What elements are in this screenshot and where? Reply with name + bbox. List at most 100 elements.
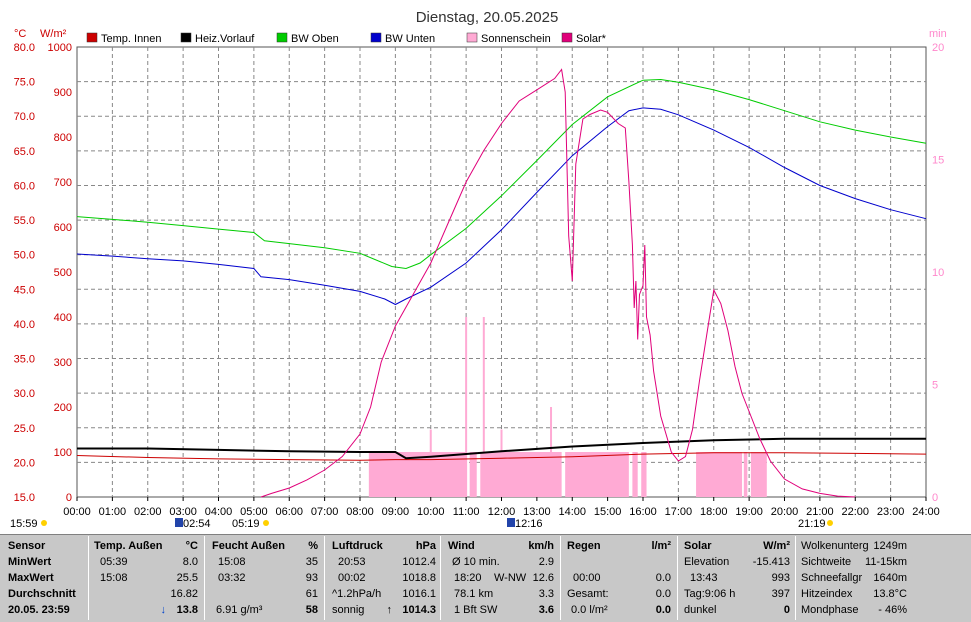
solar-avg-value: 397: [771, 588, 790, 600]
wind-run: 78.1 km: [454, 588, 494, 600]
stats-temp: Temp. Außen °C 05:39 8.0 15:08 25.5 16.82 ↓…: [94, 538, 198, 618]
wind-header: Wind: [448, 540, 475, 552]
temp-min-value: 8.0: [182, 556, 198, 568]
separator: [795, 536, 796, 620]
separator: [677, 536, 678, 620]
x-tick: 09:00: [382, 506, 410, 518]
pressure-max-value: 1018.8: [402, 572, 436, 584]
left2-unit: W/m²: [40, 28, 67, 40]
sunshine-bar: [743, 452, 748, 497]
sensor-header: Sensor: [8, 540, 46, 552]
x-tick: 17:00: [665, 506, 693, 518]
x-tick: 20:00: [771, 506, 799, 518]
left1-tick: 30.0: [14, 388, 35, 400]
left1-tick: 65.0: [14, 146, 35, 158]
left1-tick: 25.0: [14, 423, 35, 435]
wind-unit: km/h: [528, 540, 554, 552]
solar-unit: W/m²: [763, 540, 790, 552]
solar-max-time: 13:43: [690, 572, 718, 584]
sunshine-spike: [465, 317, 468, 497]
right-tick: 0: [932, 492, 938, 504]
rain-unit: l/m²: [651, 540, 671, 552]
rain-value: 0.0: [655, 572, 671, 584]
pressure-trend-icon: ↑: [386, 604, 393, 616]
rain-total-value: 0.0: [655, 588, 671, 600]
wind-beaufort: 1 Bft SW: [454, 604, 498, 616]
left1-tick: 60.0: [14, 180, 35, 192]
x-tick: 11:00: [453, 506, 480, 518]
stats-solar: Solar W/m² Elevation -15.413 13:43 993 Tag:…: [684, 538, 790, 618]
x-tick: 16:00: [629, 506, 657, 518]
pressure-current-value: 1014.3: [402, 604, 436, 616]
humidity-current-value: 58: [305, 604, 318, 616]
wind-current-value: 3.6: [538, 604, 554, 616]
left2-tick: 500: [54, 267, 72, 279]
marker-sunrise-time: 05:19: [232, 518, 260, 530]
visibility-value: 11-15km: [865, 556, 907, 568]
moonrise-icon: [175, 518, 183, 527]
left2-tick: 400: [54, 312, 72, 324]
solar-header: Solar: [684, 540, 712, 552]
rain-time: 00:00: [573, 572, 601, 584]
rain-current-value: 0.0: [655, 604, 671, 616]
left1-tick: 35.0: [14, 354, 35, 366]
humidity-max-value: 93: [305, 572, 318, 584]
left2-tick: 1000: [48, 42, 72, 54]
max-label: MaxWert: [8, 572, 54, 584]
right-tick: 10: [932, 267, 944, 279]
avg-label: Durchschnitt: [8, 588, 76, 600]
left2-tick: 0: [66, 492, 72, 504]
rain-header: Regen: [567, 540, 601, 552]
chart-title: Dienstag, 20.05.2025: [416, 9, 559, 26]
sunshine-bar: [565, 452, 629, 497]
wind-max-time: 18:20: [454, 572, 482, 584]
legend-label: Heiz.Vorlauf: [195, 33, 255, 45]
x-tick: 07:00: [311, 506, 339, 518]
x-tick: 15:00: [594, 506, 622, 518]
humidity-abs-value: 6.91 g/m³: [216, 604, 263, 616]
legend-label: Temp. Innen: [101, 33, 162, 45]
x-tick: 13:00: [523, 506, 551, 518]
humidity-avg-value: 61: [305, 588, 318, 600]
x-tick: 18:00: [700, 506, 728, 518]
left1-unit: °C: [14, 28, 26, 40]
left1-tick: 20.0: [14, 457, 35, 469]
time-markers: 15:59 02:54 05:19 12:16 21:19: [10, 518, 833, 530]
left1-tick: 40.0: [14, 319, 35, 331]
legend-label: BW Unten: [385, 33, 435, 45]
sunshine-bar: [696, 452, 743, 497]
left2-tick: 600: [54, 222, 72, 234]
solar-max-value: 993: [771, 572, 790, 584]
separator: [440, 536, 441, 620]
separator: [204, 536, 205, 620]
left1-tick: 55.0: [14, 215, 35, 227]
sunshine-spike: [482, 317, 485, 497]
sunshine-spike: [550, 407, 553, 497]
right-tick: 5: [932, 380, 938, 392]
wind-avg-label: Ø 10 min.: [452, 556, 500, 568]
legend-swatch: [370, 32, 382, 43]
temp-max-time: 15:08: [100, 572, 128, 584]
wind-max-direction: W-NW: [494, 572, 527, 584]
marker-moonrise-time: 02:54: [183, 518, 211, 530]
legend-swatch: [276, 32, 288, 43]
stats-humidity: Feucht Außen% 15:08 35 03:32 93 61 6.91 g/…: [212, 538, 318, 618]
x-tick: 14:00: [558, 506, 586, 518]
x-tick: 19:00: [735, 506, 763, 518]
marker-left-time: 15:59: [10, 518, 38, 530]
solar-daylength: Tag:9:06 h: [684, 588, 736, 600]
temp-avg-value: 16.82: [170, 588, 198, 600]
cloudbase-label: Wolkenunterg: [801, 540, 869, 552]
left1-tick: 50.0: [14, 250, 35, 262]
legend-swatch: [180, 32, 192, 43]
sunshine-bar: [750, 452, 767, 497]
wind-avg-value: 2.9: [538, 556, 554, 568]
solar-elevation-label: Elevation: [684, 556, 730, 568]
legend-label: Solar*: [576, 33, 607, 45]
temp-trend-icon: ↓: [160, 604, 167, 616]
chart-legend: Temp. Innen Heiz.Vorlauf BW Oben BW Unten So…: [86, 32, 607, 45]
moonphase-label: Mondphase: [801, 604, 859, 616]
x-tick: 00:00: [63, 506, 91, 518]
solar-state: dunkel: [684, 604, 717, 616]
separator: [324, 536, 325, 620]
